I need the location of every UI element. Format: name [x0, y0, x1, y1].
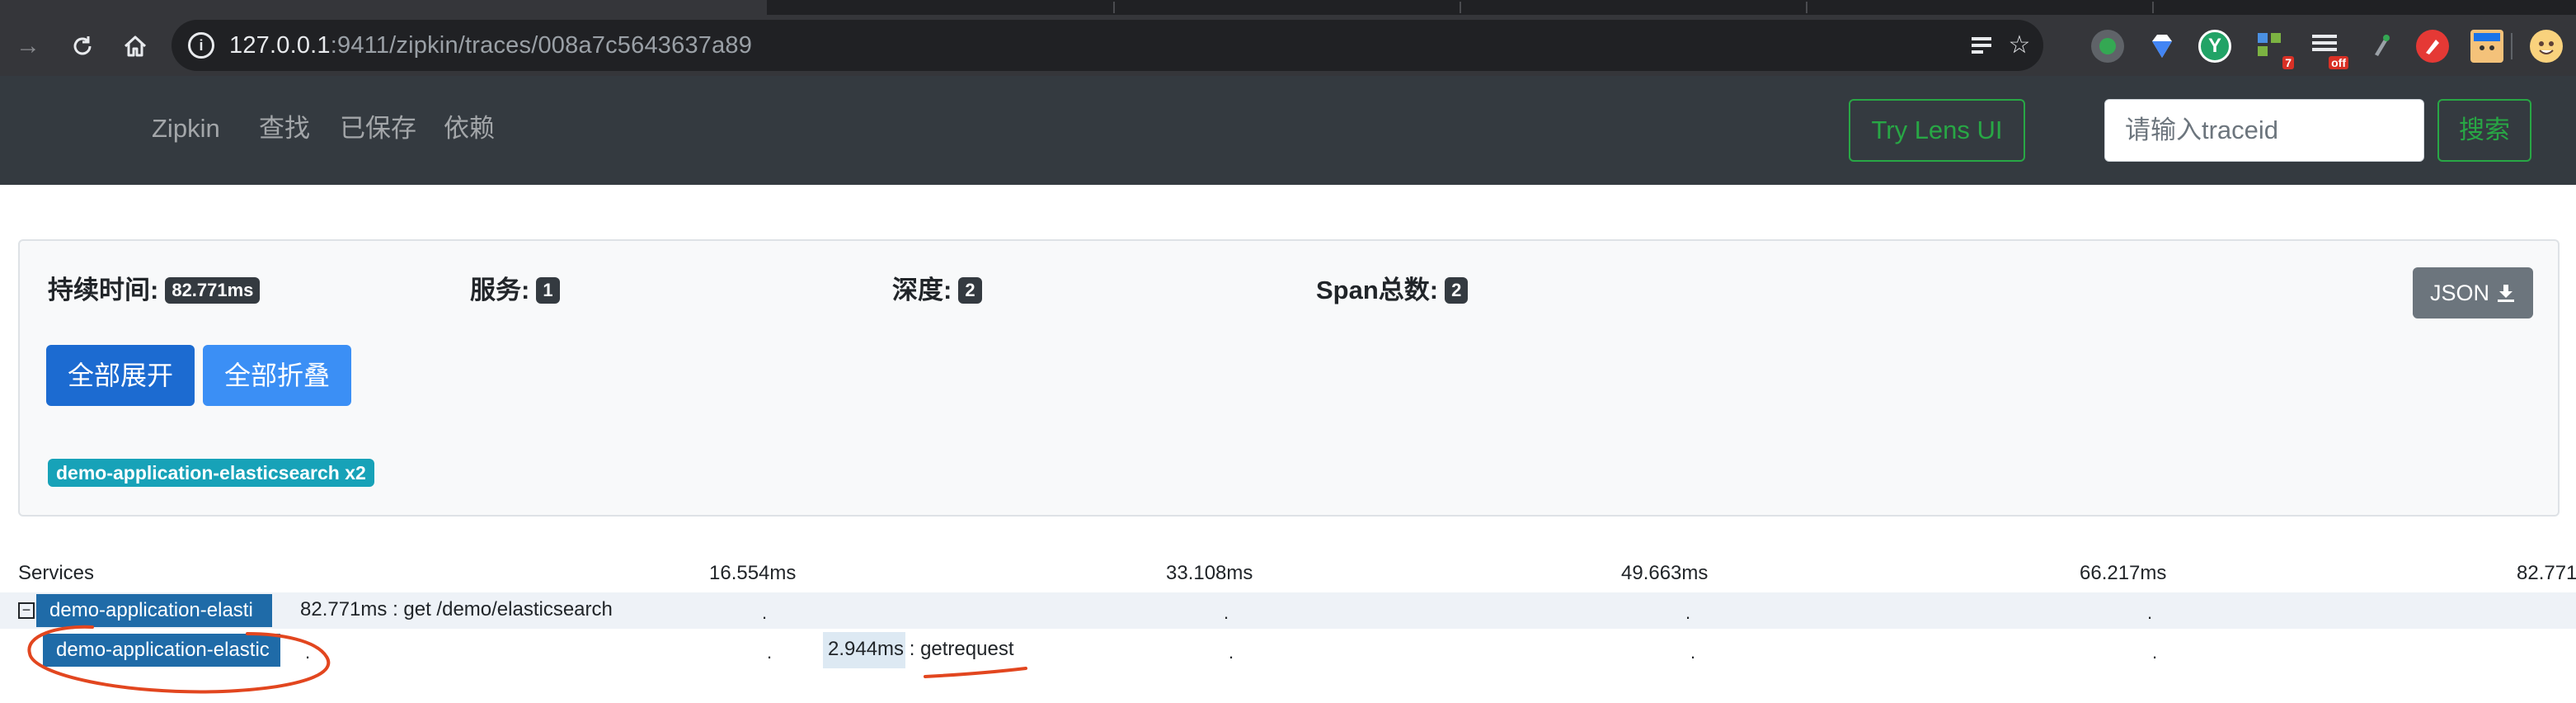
extension-blocks-icon[interactable]: 7	[2254, 30, 2294, 69]
tick-dot: .	[1690, 642, 1696, 663]
span-count-stat: Span总数: 2	[1316, 274, 1469, 307]
span-row[interactable]: demo-application-elastic . . 2.944ms : g…	[0, 632, 2576, 668]
profile-avatar-icon[interactable]	[2530, 30, 2563, 63]
search-button[interactable]: 搜索	[2437, 99, 2531, 162]
site-info-icon[interactable]: i	[188, 32, 214, 59]
tick-dot: .	[305, 642, 311, 663]
extension-list-icon[interactable]: off	[2309, 30, 2348, 69]
active-tab[interactable]	[0, 0, 767, 15]
timeline-tick-label: 49.663ms	[1621, 562, 1709, 584]
duration-label: 持续时间:	[48, 276, 159, 304]
extension-diamond-icon[interactable]	[2146, 30, 2179, 63]
traceid-search-input[interactable]	[2104, 99, 2424, 162]
extension-rocket-icon[interactable]	[2416, 30, 2449, 63]
services-value-badge: 1	[536, 277, 560, 304]
extension-count-badge: 7	[2282, 56, 2294, 69]
browser-tab-strip	[0, 0, 2576, 15]
extension-record-icon[interactable]	[2091, 30, 2124, 63]
tick-dot: .	[1229, 642, 1234, 663]
zipkin-brand[interactable]: Zipkin	[152, 112, 220, 145]
reader-mode-icon[interactable]	[1966, 30, 1997, 61]
nav-link-saved[interactable]: 已保存	[340, 112, 416, 145]
depth-value-badge: 2	[958, 277, 982, 304]
service-filter-badge[interactable]: demo-application-elasticsearch x2	[48, 459, 374, 487]
toolbar-divider	[2508, 30, 2515, 63]
services-label: 服务:	[470, 276, 530, 304]
json-button-label: JSON	[2429, 281, 2489, 305]
extension-vue-icon[interactable]: Y	[2198, 30, 2231, 63]
services-stat: 服务: 1	[470, 274, 560, 307]
duration-stat: 持续时间: 82.771ms	[48, 274, 261, 307]
timeline-tick-label: 16.554ms	[709, 562, 797, 584]
expand-all-button[interactable]: 全部展开	[46, 345, 195, 406]
try-lens-ui-button[interactable]: Try Lens UI	[1849, 99, 2025, 162]
span-duration-label: 82.771ms : get /demo/elasticsearch	[300, 598, 613, 620]
duration-value-badge: 82.771ms	[165, 277, 261, 304]
trace-timeline: Services 16.554ms 33.108ms 49.663ms 66.2…	[0, 554, 2576, 703]
tab-separator	[1806, 2, 1807, 13]
span-row[interactable]: − demo-application-elasti 82.771ms : get…	[0, 592, 2576, 629]
tab-separator	[1113, 2, 1115, 13]
tick-dot: .	[762, 602, 768, 623]
collapse-all-button[interactable]: 全部折叠	[203, 345, 351, 406]
collapse-toggle-icon[interactable]: −	[18, 602, 35, 619]
depth-label: 深度:	[892, 276, 952, 304]
span-service-name[interactable]: demo-application-elasti	[36, 594, 272, 627]
json-download-button[interactable]: JSON	[2413, 267, 2533, 318]
tick-dot: .	[2152, 642, 2158, 663]
bookmark-star-icon[interactable]: ☆	[2004, 30, 2035, 61]
extension-pen-icon[interactable]	[2363, 30, 2396, 63]
services-column-header: Services	[18, 562, 95, 584]
span-count-label: Span总数:	[1316, 276, 1439, 304]
tick-dot: .	[2147, 602, 2153, 623]
url-text[interactable]: 127.0.0.1:9411/zipkin/traces/008a7c56436…	[229, 31, 752, 59]
tick-dot: .	[1224, 602, 1229, 623]
nav-link-find[interactable]: 查找	[259, 112, 310, 145]
tab-separator	[2152, 2, 2154, 13]
span-operation-name: : getrequest	[904, 638, 1014, 660]
address-bar[interactable]: i 127.0.0.1:9411/zipkin/traces/008a7c564…	[172, 20, 2043, 71]
zipkin-navbar: Zipkin 查找 已保存 依赖 Try Lens UI 搜索	[0, 76, 2576, 185]
tick-dot: .	[1685, 602, 1691, 623]
download-icon	[2496, 269, 2516, 320]
extension-face-icon[interactable]	[2470, 30, 2503, 63]
tick-dot: .	[767, 642, 773, 663]
depth-stat: 深度: 2	[892, 274, 982, 307]
extension-off-badge: off	[2329, 56, 2348, 69]
span-service-name[interactable]: demo-application-elastic	[43, 634, 280, 667]
nav-link-dependencies[interactable]: 依赖	[444, 112, 495, 145]
browser-toolbar: → i 127.0.0.1:9411/zipkin/traces/008a7c5…	[0, 15, 2576, 76]
url-path: :9411/zipkin/traces/008a7c5643637a89	[330, 32, 753, 59]
span-label: 2.944ms : getrequest	[828, 637, 1013, 662]
timeline-tick-label: 33.108ms	[1166, 562, 1253, 584]
trace-summary-card: 持续时间: 82.771ms 服务: 1 深度: 2 Span总数: 2 JSON 全部…	[18, 239, 2560, 517]
home-icon[interactable]	[117, 28, 153, 64]
span-duration-value: 2.944ms	[828, 638, 905, 660]
back-icon[interactable]: →	[10, 28, 46, 64]
reload-icon[interactable]	[64, 28, 101, 64]
tab-separator	[1460, 2, 1461, 13]
span-count-value-badge: 2	[1445, 277, 1469, 304]
url-host: 127.0.0.1	[229, 32, 331, 59]
timeline-tick-label: 82.771	[2517, 562, 2576, 584]
timeline-tick-label: 66.217ms	[2080, 562, 2167, 584]
